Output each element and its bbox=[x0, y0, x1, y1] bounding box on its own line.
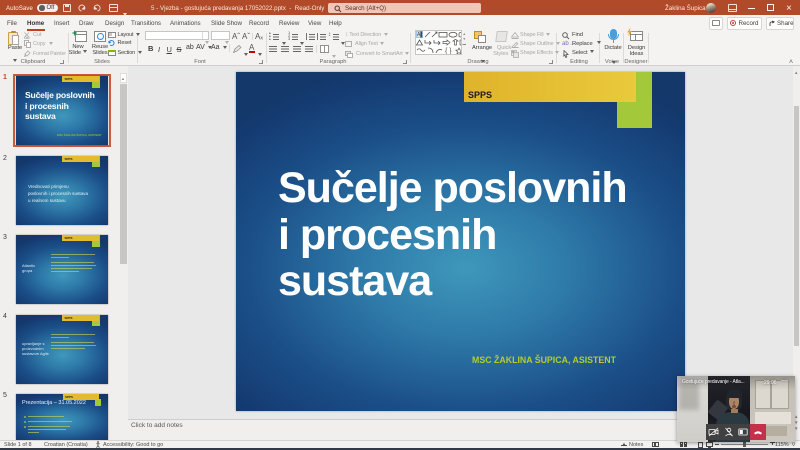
svg-text:{ }: { } bbox=[445, 48, 452, 54]
